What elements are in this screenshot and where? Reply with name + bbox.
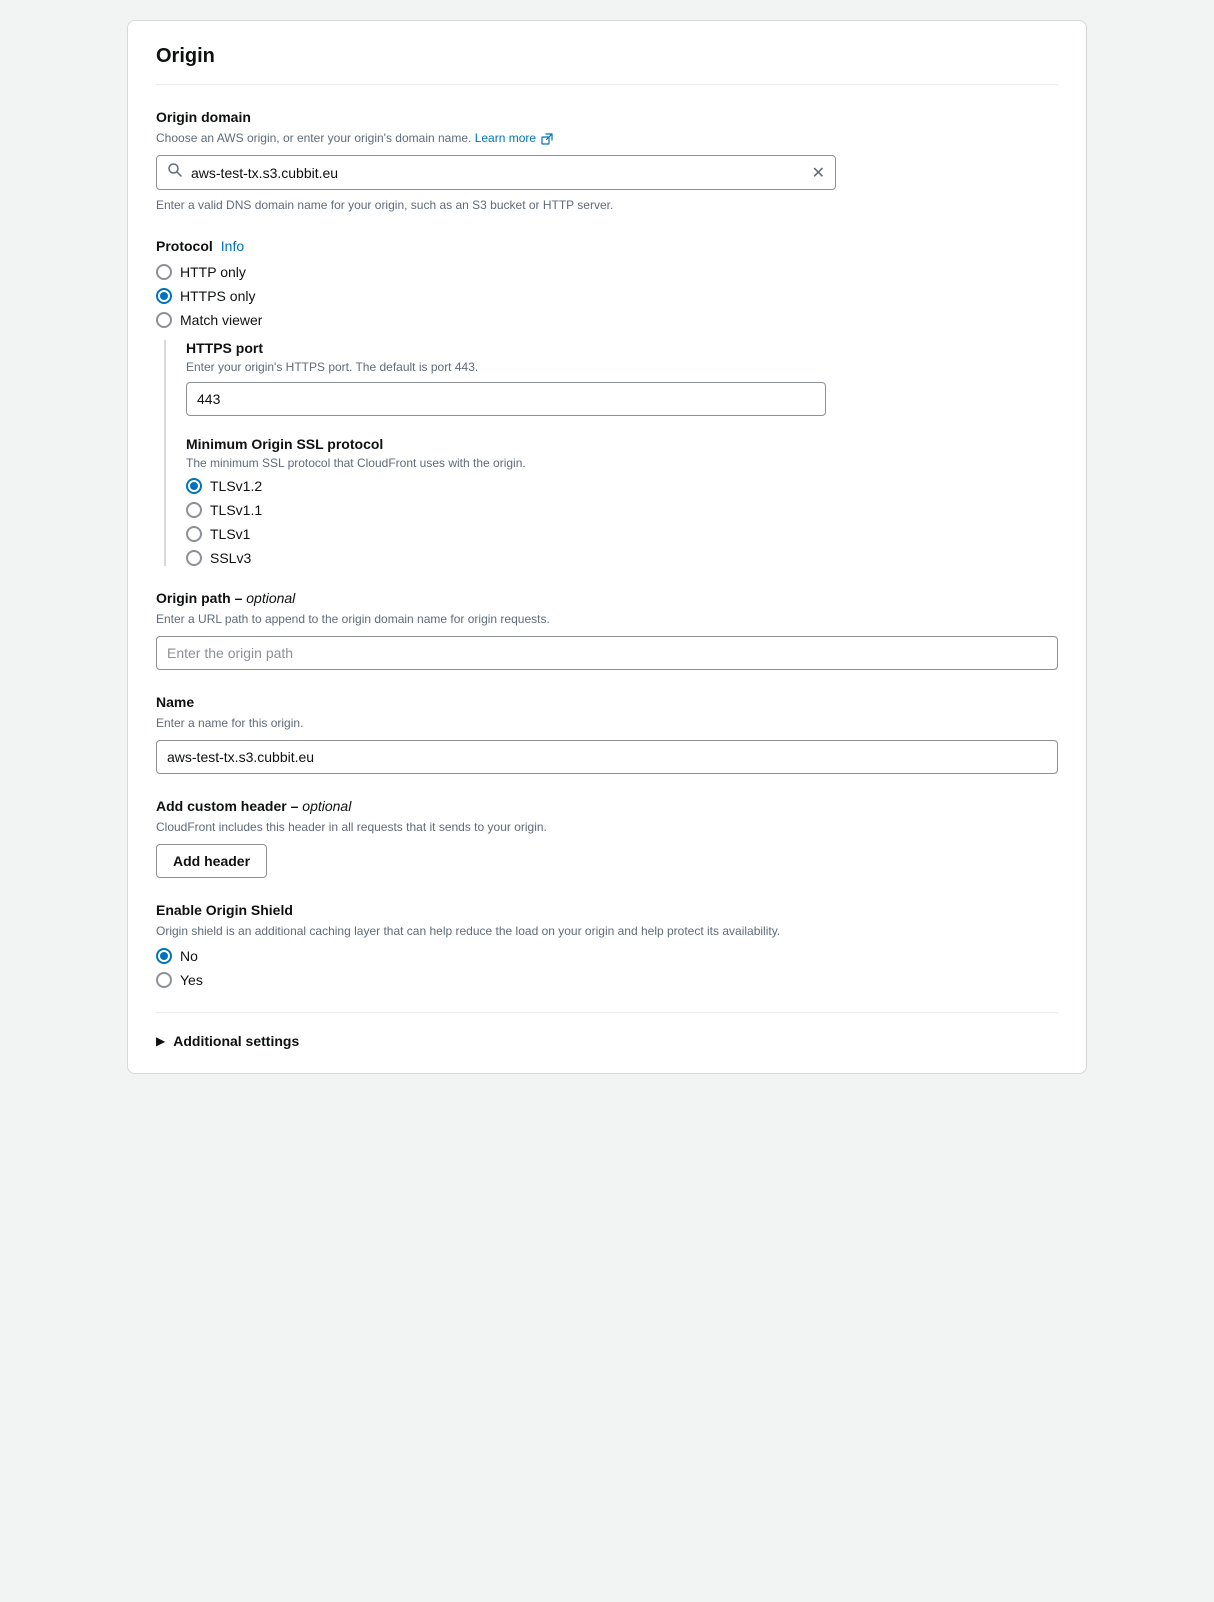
name-section: Name Enter a name for this origin. [156, 694, 1058, 774]
origin-domain-description: Choose an AWS origin, or enter your orig… [156, 129, 1058, 147]
ssl-tlsv1-option[interactable]: TLSv1 [186, 526, 1058, 542]
name-label: Name [156, 694, 1058, 710]
origin-shield-radio-group: No Yes [156, 948, 1058, 988]
ssl-protocol-label: Minimum Origin SSL protocol [186, 436, 1058, 452]
origin-shield-section: Enable Origin Shield Origin shield is an… [156, 902, 1058, 988]
ssl-sslv3-option[interactable]: SSLv3 [186, 550, 1058, 566]
origin-shield-label: Enable Origin Shield [156, 902, 1058, 918]
protocol-info-link[interactable]: Info [221, 238, 244, 254]
ssl-tlsv1-radio[interactable] [186, 526, 202, 542]
protocol-label-row: Protocol Info [156, 238, 1058, 254]
ssl-tlsv12-option[interactable]: TLSv1.2 [186, 478, 1058, 494]
name-description: Enter a name for this origin. [156, 714, 1058, 732]
learn-more-link[interactable]: Learn more [475, 131, 554, 145]
origin-domain-section: Origin domain Choose an AWS origin, or e… [156, 109, 1058, 214]
external-link-icon [541, 133, 553, 145]
ssl-tlsv12-radio[interactable] [186, 478, 202, 494]
origin-shield-no-radio[interactable] [156, 948, 172, 964]
clear-icon[interactable]: ✕ [812, 163, 825, 183]
custom-header-section: Add custom header – optional CloudFront … [156, 798, 1058, 878]
page-title: Origin [156, 45, 1058, 85]
additional-settings-header[interactable]: ▶ Additional settings [156, 1033, 1058, 1049]
ssl-protocol-subsection: Minimum Origin SSL protocol The minimum … [186, 436, 1058, 566]
ssl-tlsv11-radio[interactable] [186, 502, 202, 518]
protocol-http-label: HTTP only [180, 264, 246, 280]
protocol-https-radio[interactable] [156, 288, 172, 304]
protocol-match-label: Match viewer [180, 312, 262, 328]
chevron-right-icon: ▶ [156, 1034, 165, 1048]
protocol-match-radio[interactable] [156, 312, 172, 328]
ssl-sslv3-radio[interactable] [186, 550, 202, 566]
origin-domain-input-wrapper: ✕ [156, 155, 836, 190]
origin-path-input[interactable] [156, 636, 1058, 670]
ssl-protocol-radio-group: TLSv1.2 TLSv1.1 TLSv1 SSLv3 [186, 478, 1058, 566]
ssl-sslv3-label: SSLv3 [210, 550, 251, 566]
protocol-section: Protocol Info HTTP only HTTPS only Match… [156, 238, 1058, 566]
custom-header-description: CloudFront includes this header in all r… [156, 818, 1058, 836]
ssl-tlsv11-label: TLSv1.1 [210, 502, 262, 518]
origin-shield-yes-label: Yes [180, 972, 203, 988]
protocol-indented-section: HTTPS port Enter your origin's HTTPS por… [164, 340, 1058, 566]
origin-path-section: Origin path – optional Enter a URL path … [156, 590, 1058, 670]
protocol-radio-group: HTTP only HTTPS only Match viewer [156, 264, 1058, 328]
ssl-tlsv12-label: TLSv1.2 [210, 478, 262, 494]
origin-domain-input[interactable] [191, 165, 812, 181]
origin-shield-yes-option[interactable]: Yes [156, 972, 1058, 988]
origin-shield-no-option[interactable]: No [156, 948, 1058, 964]
https-port-subsection: HTTPS port Enter your origin's HTTPS por… [186, 340, 1058, 416]
add-header-button[interactable]: Add header [156, 844, 267, 878]
https-port-label: HTTPS port [186, 340, 1058, 356]
custom-header-label: Add custom header – optional [156, 798, 1058, 814]
protocol-label: Protocol [156, 238, 213, 254]
origin-panel: Origin Origin domain Choose an AWS origi… [127, 20, 1087, 1074]
origin-domain-label: Origin domain [156, 109, 1058, 125]
https-port-description: Enter your origin's HTTPS port. The defa… [186, 360, 1058, 374]
origin-shield-no-label: No [180, 948, 198, 964]
additional-settings-label: Additional settings [173, 1033, 299, 1049]
origin-domain-hint: Enter a valid DNS domain name for your o… [156, 196, 1058, 214]
origin-path-description: Enter a URL path to append to the origin… [156, 610, 1058, 628]
origin-path-label: Origin path – optional [156, 590, 1058, 606]
protocol-http-radio[interactable] [156, 264, 172, 280]
section-divider [156, 1012, 1058, 1013]
ssl-protocol-description: The minimum SSL protocol that CloudFront… [186, 456, 1058, 470]
protocol-match-option[interactable]: Match viewer [156, 312, 1058, 328]
ssl-tlsv1-label: TLSv1 [210, 526, 250, 542]
ssl-tlsv11-option[interactable]: TLSv1.1 [186, 502, 1058, 518]
name-input[interactable] [156, 740, 1058, 774]
protocol-https-option[interactable]: HTTPS only [156, 288, 1058, 304]
https-port-input[interactable] [186, 382, 826, 416]
protocol-https-label: HTTPS only [180, 288, 255, 304]
origin-shield-yes-radio[interactable] [156, 972, 172, 988]
origin-shield-description: Origin shield is an additional caching l… [156, 922, 1058, 940]
search-icon [167, 162, 183, 183]
protocol-http-option[interactable]: HTTP only [156, 264, 1058, 280]
